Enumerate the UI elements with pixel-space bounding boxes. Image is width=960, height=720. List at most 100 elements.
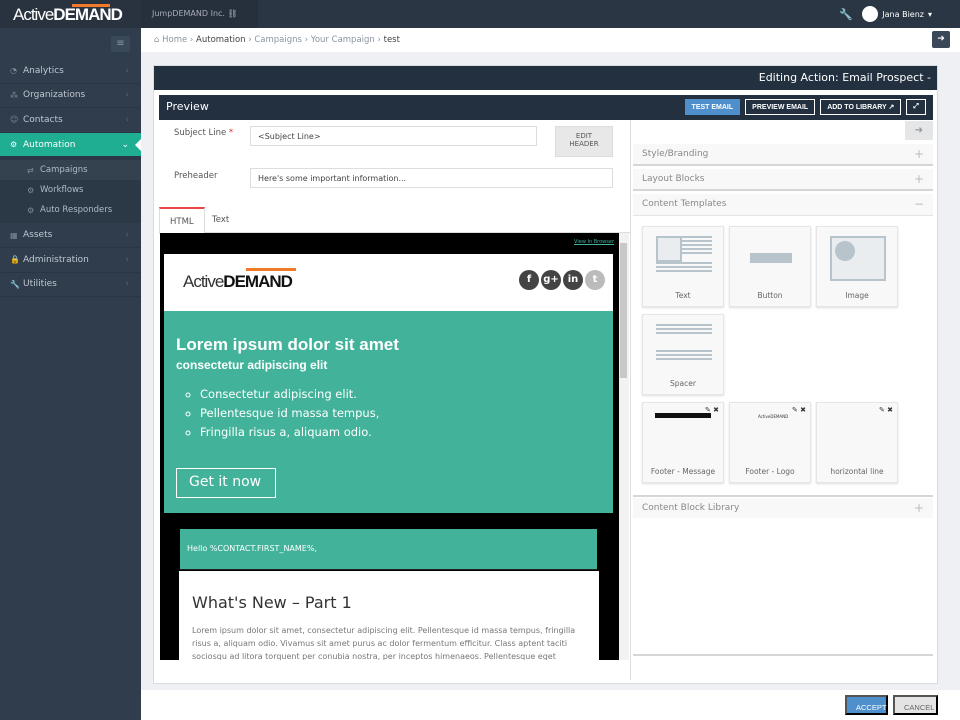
section-title: What's New – Part 1 — [192, 593, 352, 612]
accordion-style-branding[interactable]: Style/Branding + — [633, 144, 933, 166]
expand-button[interactable]: ⤢ — [906, 99, 926, 115]
edit-icon[interactable]: ✎ — [705, 406, 711, 414]
breadcrumb-your-campaign[interactable]: Your Campaign — [311, 35, 375, 45]
saved-block-footer-message[interactable]: ✎ ✖ Footer - Message — [642, 402, 724, 483]
sidebar-item-analytics[interactable]: ◔ Analytics ‹ — [0, 59, 141, 84]
collapse-arrow-button[interactable]: ➜ — [905, 121, 933, 140]
app-logo[interactable]: ActiveDEMAND — [0, 0, 141, 28]
accordion-layout-blocks[interactable]: Layout Blocks + — [633, 169, 933, 191]
twitter-icon[interactable]: t — [585, 270, 605, 290]
sitemap-icon: ⛓ — [227, 9, 238, 18]
sidebar-item-contacts[interactable]: ☺ Contacts ‹ — [0, 108, 141, 133]
cancel-button[interactable]: CANCEL — [893, 695, 938, 715]
delete-icon[interactable]: ✖ — [800, 406, 806, 414]
tab-html[interactable]: HTML — [159, 207, 205, 234]
preview-scrollbar[interactable] — [619, 233, 629, 660]
users-icon: ☺ — [10, 115, 19, 125]
cogs-icon: ⚙ — [10, 140, 18, 150]
sidebar-item-automation[interactable]: ⚙ Automation ⌄ — [0, 132, 141, 158]
accordion-content-templates[interactable]: Content Templates − — [633, 194, 933, 216]
sidebar: ≡ ◔ Analytics ‹ ⁂ Organizations ‹ ☺ Contacts ‹… — [0, 28, 141, 720]
preheader-input[interactable]: Here's some important information... — [250, 168, 613, 188]
cta-button[interactable]: Get it now — [176, 468, 276, 498]
view-in-browser-link[interactable]: View In Browser — [574, 239, 614, 245]
hero-title: Lorem ipsum dolor sit amet — [176, 335, 399, 354]
sidebar-subitem-workflows[interactable]: ⚙ Workflows — [0, 180, 141, 200]
tab-text[interactable]: Text — [202, 207, 239, 233]
subject-input[interactable]: <Subject Line> — [250, 126, 537, 146]
sidebar-item-utilities[interactable]: 🔧 Utilities ‹ — [0, 273, 141, 298]
company-switcher[interactable]: JumpDEMAND Inc. ⛓ — [141, 0, 258, 28]
greeting: Hello %CONTACT.FIRST_NAME%, — [180, 529, 597, 570]
chevron-left-icon: ‹ — [125, 230, 129, 241]
panel-title: Editing Action: Email Prospect - — [154, 66, 937, 90]
template-image[interactable]: Image — [816, 226, 898, 307]
grid-icon: ▦ — [10, 230, 18, 240]
email-hero: Lorem ipsum dolor sit amet consectetur a… — [164, 311, 613, 513]
user-menu[interactable]: Jana Bienz ▾ — [862, 6, 932, 22]
sidebar-item-organizations[interactable]: ⁂ Organizations ‹ — [0, 84, 141, 109]
accept-button[interactable]: ACCEPT — [845, 695, 888, 715]
add-to-library-button[interactable]: ADD TO LIBRARY ↗ — [820, 99, 902, 115]
section-body: Lorem ipsum dolor sit amet, consectetur … — [192, 626, 576, 660]
google-plus-icon[interactable]: g+ — [541, 270, 561, 290]
preview-email-button[interactable]: PREVIEW EMAIL — [745, 99, 816, 115]
template-text[interactable]: Text — [642, 226, 724, 307]
builder-sidebar: ➜ Style/Branding + Layout Blocks + Content… — [633, 120, 933, 680]
hero-bullet: Fringilla risus a, aliquam odio. — [200, 423, 379, 442]
facebook-icon[interactable]: f — [519, 270, 539, 290]
edit-icon[interactable]: ✎ — [792, 406, 798, 414]
sidebar-subitem-campaigns[interactable]: ⇄ Campaigns — [0, 160, 141, 181]
footer-actions: ACCEPT CANCEL — [141, 690, 960, 720]
chevron-down-icon: ▾ — [927, 9, 932, 19]
delete-icon[interactable]: ✖ — [713, 406, 719, 414]
sidebar-subitem-auto-responders[interactable]: ⚙ Auto Responders — [0, 200, 141, 220]
sitemap-icon: ⁂ — [10, 90, 18, 100]
accordion-content-block-library[interactable]: Content Block Library + — [633, 498, 933, 520]
lock-icon: 🔒 — [10, 255, 20, 265]
subject-label: Subject Line * — [174, 128, 234, 138]
saved-block-footer-logo[interactable]: ActiveDEMAND ✎ ✖ Footer - Logo — [729, 402, 811, 483]
saved-block-horizontal-line[interactable]: ✎ ✖ horizontal line — [816, 402, 898, 483]
edit-icon[interactable]: ✎ — [879, 406, 885, 414]
spacer-template-icon — [656, 324, 712, 369]
wrench-icon: 🔧 — [10, 279, 20, 289]
chevron-left-icon: ‹ — [125, 114, 129, 125]
menu-toggle-button[interactable]: ≡ — [111, 36, 130, 52]
breadcrumb-home[interactable]: Home — [162, 35, 187, 45]
logo-thumbnail: ActiveDEMAND — [758, 414, 789, 419]
text-template-icon — [656, 236, 712, 281]
top-bar: ActiveDEMAND JumpDEMAND Inc. ⛓ 🔧 Jana Bi… — [0, 0, 960, 28]
exchange-icon: ⇄ — [27, 165, 34, 175]
sidebar-item-administration[interactable]: 🔒 Administration ‹ — [0, 248, 141, 273]
button-template-icon — [743, 236, 799, 281]
chevron-left-icon: ‹ — [125, 90, 129, 101]
delete-icon[interactable]: ✖ — [887, 406, 893, 414]
expand-icon: ⤢ — [913, 103, 919, 110]
home-icon: ⌂ — [154, 35, 160, 45]
breadcrumb-automation[interactable]: Automation — [196, 35, 246, 45]
breadcrumb-current: test — [383, 35, 400, 45]
hero-bullet: Consectetur adipiscing elit. — [200, 385, 379, 404]
hero-bullet: Pellentesque id massa tempus, — [200, 404, 379, 423]
email-logo: ActiveDEMAND — [183, 268, 296, 292]
edit-header-button[interactable]: EDIT HEADER — [555, 126, 613, 157]
test-email-button[interactable]: TEST EMAIL — [684, 99, 741, 115]
edit-action-panel: Editing Action: Email Prospect - Preview… — [153, 65, 938, 684]
sidebar-item-assets[interactable]: ▦ Assets ‹ — [0, 223, 141, 248]
breadcrumb-campaigns[interactable]: Campaigns — [254, 35, 302, 45]
template-spacer[interactable]: Spacer — [642, 314, 724, 395]
plus-icon: + — [913, 147, 924, 161]
cogs-icon: ⚙ — [27, 205, 35, 215]
image-template-icon — [830, 236, 886, 281]
chevron-left-icon: ‹ — [125, 254, 129, 265]
wrench-icon[interactable]: 🔧 — [839, 8, 853, 21]
email-preview: View In Browser ActiveDEMAND f g+ in t L… — [160, 233, 619, 660]
toggle-panel-button[interactable]: ➜ — [932, 31, 950, 48]
preview-title: Preview — [166, 100, 209, 113]
external-link-icon: ↗ — [888, 104, 895, 111]
linkedin-icon[interactable]: in — [563, 270, 583, 290]
breadcrumb: ⌂ Home › Automation › Campaigns › Your C… — [141, 28, 960, 52]
plus-icon: + — [913, 172, 924, 186]
template-button[interactable]: Button — [729, 226, 811, 307]
